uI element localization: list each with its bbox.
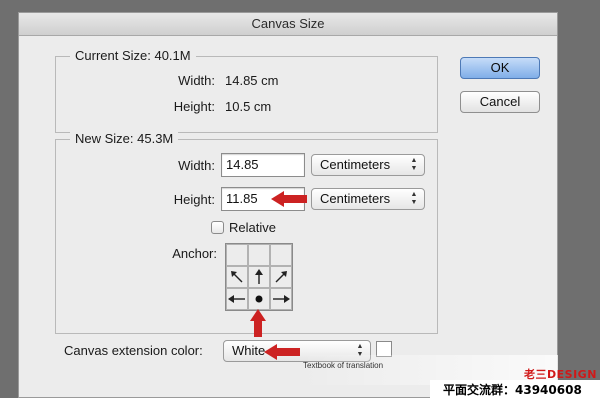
anchor-label: Anchor: bbox=[172, 246, 217, 261]
new-width-label: Width: bbox=[178, 158, 215, 173]
anchor-grid bbox=[225, 243, 293, 311]
arrow-right-icon bbox=[273, 295, 290, 303]
anchor-bottom-center[interactable] bbox=[248, 288, 270, 310]
extension-highlight-arrow-icon bbox=[264, 344, 300, 360]
anchor-bottom-right[interactable] bbox=[270, 288, 292, 310]
relative-checkbox[interactable] bbox=[211, 221, 224, 234]
dialog-title: Canvas Size bbox=[19, 13, 557, 36]
height-unit-value: Centimeters bbox=[320, 191, 391, 206]
extension-color-label: Canvas extension color: bbox=[64, 343, 203, 358]
ok-button[interactable]: OK bbox=[460, 57, 540, 79]
width-unit-select[interactable]: Centimeters ▲ ▼ bbox=[311, 154, 425, 176]
relative-label[interactable]: Relative bbox=[229, 220, 276, 236]
updown-arrows-icon: ▲▼ bbox=[410, 157, 418, 172]
current-width-label: Width: bbox=[178, 73, 215, 88]
current-width-value: 14.85 cm bbox=[225, 73, 279, 88]
arrow-up-left-icon bbox=[231, 271, 243, 283]
current-size-group: Current Size: 40.1M bbox=[55, 48, 438, 133]
anchor-highlight-arrow-icon bbox=[250, 309, 266, 337]
height-unit-select[interactable]: Centimeters ▲ ▼ bbox=[311, 188, 425, 210]
arrow-left-icon bbox=[228, 295, 245, 303]
anchor-middle-center[interactable] bbox=[248, 266, 270, 288]
anchor-bottom-left[interactable] bbox=[226, 288, 248, 310]
current-size-title: Current Size: 40.1M bbox=[70, 48, 196, 64]
watermark-group: 平面交流群：43940608 bbox=[443, 383, 582, 397]
cancel-button[interactable]: Cancel bbox=[460, 91, 540, 113]
watermark-brand: 老三DESIGN bbox=[524, 368, 597, 381]
anchor-middle-left[interactable] bbox=[226, 266, 248, 288]
new-size-title: New Size: 45.3M bbox=[70, 131, 179, 147]
width-input[interactable]: 14.85 bbox=[221, 153, 305, 177]
height-highlight-arrow-icon bbox=[271, 191, 307, 207]
width-unit-value: Centimeters bbox=[320, 157, 391, 172]
anchor-dot-icon bbox=[255, 295, 263, 303]
watermark-caption: Textbook of translation bbox=[303, 361, 384, 370]
arrow-up-icon bbox=[255, 269, 263, 284]
arrow-up-right-icon bbox=[275, 271, 287, 283]
new-height-label: Height: bbox=[173, 192, 215, 207]
anchor-middle-right[interactable] bbox=[270, 266, 292, 288]
current-height-label: Height: bbox=[173, 99, 215, 114]
anchor-top-center[interactable] bbox=[248, 244, 270, 266]
anchor-top-left[interactable] bbox=[226, 244, 248, 266]
current-height-value: 10.5 cm bbox=[225, 99, 272, 114]
updown-arrows-icon: ▲▼ bbox=[410, 191, 418, 206]
canvas-size-dialog: Canvas Size Current Size: 40.1M Width: 1… bbox=[18, 12, 558, 398]
extension-color-value: White bbox=[232, 343, 266, 358]
anchor-top-right[interactable] bbox=[270, 244, 292, 266]
